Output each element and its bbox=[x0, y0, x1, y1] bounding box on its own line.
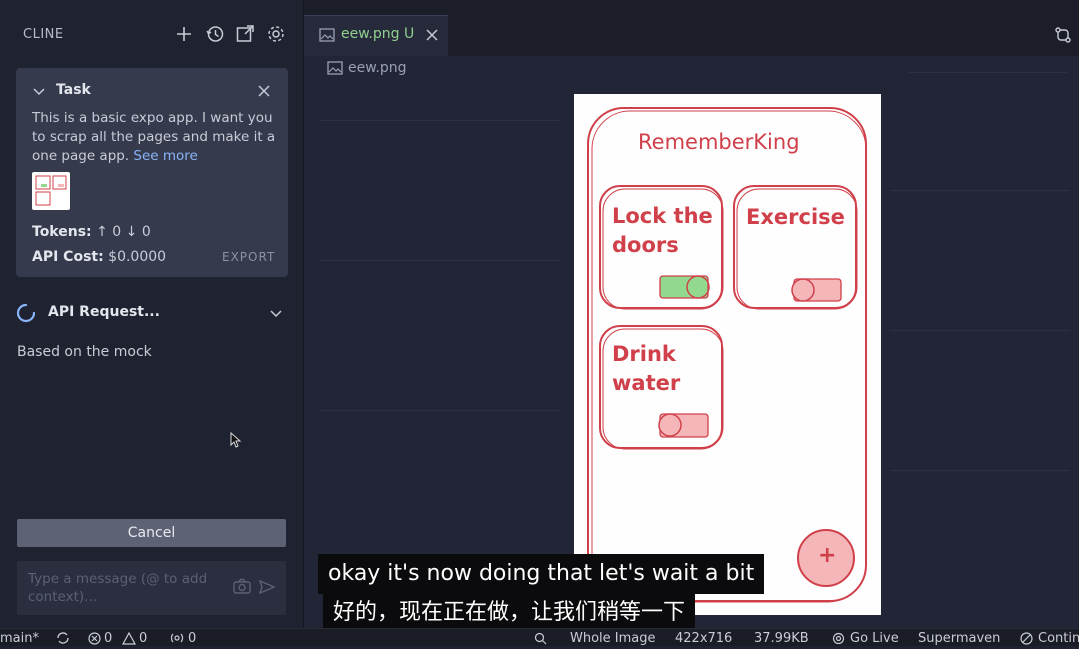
api-request-chevron-icon[interactable] bbox=[269, 306, 283, 324]
background-divider bbox=[890, 470, 1070, 471]
background-divider bbox=[320, 260, 560, 261]
zoom-label[interactable]: Whole Image bbox=[570, 631, 656, 646]
mock-image: RememberKing Lock the doors Exercise Dri… bbox=[574, 94, 881, 615]
background-divider bbox=[320, 120, 560, 121]
plus-icon[interactable] bbox=[173, 23, 195, 45]
history-icon[interactable] bbox=[204, 23, 226, 45]
gear-icon[interactable] bbox=[265, 23, 287, 45]
zoom-icon[interactable] bbox=[534, 632, 547, 649]
sidebar-title: CLINE bbox=[23, 27, 64, 42]
background-divider bbox=[890, 330, 1070, 331]
message-input-placeholder: Type a message (@ to add context)... bbox=[28, 571, 208, 605]
branch-indicator[interactable]: main* bbox=[0, 631, 39, 646]
mock-fab-plus: + bbox=[818, 543, 837, 568]
background-divider bbox=[890, 190, 1070, 191]
mock-card-title-line2: water bbox=[612, 371, 681, 395]
api-cost-label: API Cost: bbox=[32, 249, 104, 265]
mock-card-lock-doors: Lock the doors bbox=[612, 202, 713, 260]
error-icon[interactable] bbox=[88, 632, 101, 649]
error-count: 0 bbox=[104, 631, 113, 646]
mock-card-title-line2: doors bbox=[612, 233, 679, 257]
sync-icon[interactable] bbox=[56, 632, 70, 648]
export-button[interactable]: EXPORT bbox=[222, 250, 275, 264]
subtitle-chinese: 好的，现在正在做，让我们稍等一下 bbox=[323, 594, 696, 632]
popout-icon[interactable] bbox=[234, 23, 256, 45]
send-icon[interactable] bbox=[258, 579, 276, 599]
api-cost-row: API Cost: $0.0000 bbox=[32, 249, 166, 265]
api-cost-value: $0.0000 bbox=[108, 249, 167, 265]
chevron-down-icon[interactable] bbox=[32, 84, 46, 102]
ports-icon[interactable] bbox=[170, 632, 184, 648]
mock-card-drink-water: Drink water bbox=[612, 340, 680, 398]
check-icon[interactable] bbox=[1020, 632, 1033, 649]
loading-spinner-icon bbox=[16, 303, 36, 327]
tab-label: eew.png U bbox=[341, 26, 415, 42]
tokens-label: Tokens: bbox=[32, 224, 92, 240]
api-request-label: API Request... bbox=[48, 304, 160, 320]
breadcrumb[interactable]: eew.png bbox=[348, 60, 407, 76]
warning-count: 0 bbox=[139, 631, 148, 646]
assistant-message: Based on the mock bbox=[17, 344, 152, 360]
mock-app-title: RememberKing bbox=[638, 130, 800, 154]
mouse-cursor-icon bbox=[230, 431, 242, 452]
background-divider bbox=[320, 410, 560, 411]
background-divider bbox=[908, 72, 1068, 73]
source-control-compare-icon[interactable] bbox=[1054, 26, 1072, 48]
go-live-button[interactable]: Go Live bbox=[850, 631, 899, 646]
image-file-icon bbox=[319, 28, 335, 46]
warning-icon[interactable] bbox=[121, 631, 137, 649]
supermaven-status[interactable]: Supermaven bbox=[918, 631, 1000, 646]
ports-count: 0 bbox=[188, 631, 197, 646]
branch-name: main* bbox=[0, 631, 39, 646]
tab-close-icon[interactable] bbox=[426, 29, 438, 45]
task-description: This is a basic expo app. I want you to … bbox=[32, 109, 282, 166]
task-image-thumbnail[interactable] bbox=[32, 172, 70, 210]
image-dimensions: 422x716 bbox=[675, 631, 733, 646]
continue-status[interactable]: Contin bbox=[1038, 631, 1079, 646]
subtitle-english: okay it's now doing that let's wait a bi… bbox=[318, 554, 765, 594]
mock-card-exercise: Exercise bbox=[746, 205, 845, 229]
tokens-up-value: ↑ 0 bbox=[96, 224, 122, 240]
mock-card-title-line1: Drink bbox=[612, 342, 676, 366]
close-icon[interactable] bbox=[257, 84, 271, 102]
image-filesize: 37.99KB bbox=[754, 631, 809, 646]
tokens-down-value: ↓ 0 bbox=[125, 224, 151, 240]
task-heading: Task bbox=[56, 82, 91, 98]
breadcrumb-image-icon bbox=[327, 61, 343, 79]
cancel-button[interactable]: Cancel bbox=[17, 519, 286, 547]
broadcast-icon[interactable] bbox=[832, 632, 845, 649]
camera-icon[interactable] bbox=[233, 578, 251, 598]
tokens-row: Tokens: ↑ 0 ↓ 0 bbox=[32, 224, 151, 240]
mock-card-title-line1: Lock the bbox=[612, 204, 713, 228]
see-more-link[interactable]: See more bbox=[133, 148, 197, 164]
